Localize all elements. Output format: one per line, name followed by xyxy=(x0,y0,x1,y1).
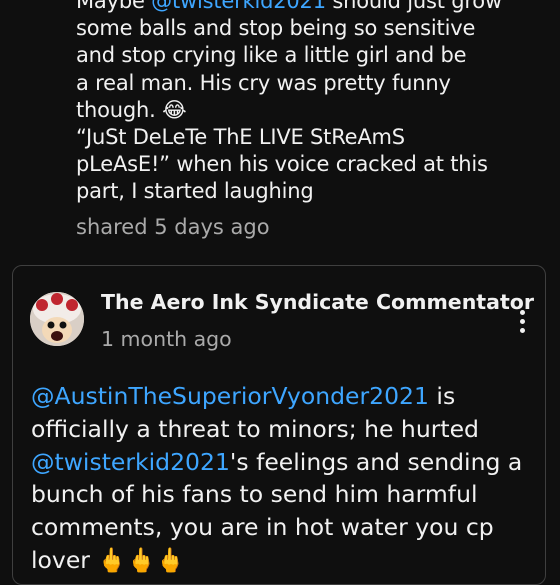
comment-line: lover 🖕🖕🖕 xyxy=(31,545,186,574)
post-line: though. 😂 xyxy=(76,97,187,122)
comment-text-segment: 's feelings and sending a xyxy=(229,447,523,476)
comment-line: @AustinTheSuperiorVyonder2021 is xyxy=(31,380,546,413)
menu-dot xyxy=(519,327,525,333)
post-line: and stop crying like a little girl and b… xyxy=(76,43,467,68)
comment-timestamp: 1 month ago xyxy=(101,327,232,351)
menu-dot xyxy=(519,309,525,315)
post-line: a real man. His cry was pretty funny xyxy=(76,70,451,95)
post-text: Maybe @twisterkid2021 should just grow s… xyxy=(76,0,546,206)
post-line: part, I started laughing xyxy=(76,179,314,204)
avatar[interactable] xyxy=(30,292,84,346)
post-line: Maybe @twisterkid2021 should just grow xyxy=(76,0,546,15)
comment-author[interactable]: The Aero Ink Syndicate Commentator xyxy=(101,290,534,314)
comment-line: officially a threat to minors; he hurted xyxy=(31,414,479,443)
shared-timestamp: shared 5 days ago xyxy=(76,215,270,239)
comment-line: bunch of his fans to send him harmful xyxy=(31,480,478,509)
comment-body: @AustinTheSuperiorVyonder2021 is officia… xyxy=(31,380,546,577)
post-text-segment: should just grow xyxy=(325,0,502,13)
more-vert-icon[interactable] xyxy=(508,306,536,336)
comment-line: @twisterkid2021's feelings and sending a xyxy=(31,446,546,479)
post-line: “JuSt DeLeTe ThE LIVE StReAmS xyxy=(76,125,405,150)
mention-link[interactable]: @twisterkid2021 xyxy=(31,448,230,476)
post-line: pLeAsE!” when his voice cracked at this xyxy=(76,152,488,177)
menu-dot xyxy=(519,318,525,324)
comment-line: comments, you are in hot water you cp xyxy=(31,513,494,542)
comment-text-segment: is xyxy=(428,382,456,410)
post-line: some balls and stop being so sensitive xyxy=(76,16,476,41)
mention-link[interactable]: @AustinTheSuperiorVyonder2021 xyxy=(31,382,429,410)
avatar-image xyxy=(30,292,84,346)
post-text-segment: Maybe xyxy=(76,0,152,13)
mention-link[interactable]: @twisterkid2021 xyxy=(151,0,326,13)
